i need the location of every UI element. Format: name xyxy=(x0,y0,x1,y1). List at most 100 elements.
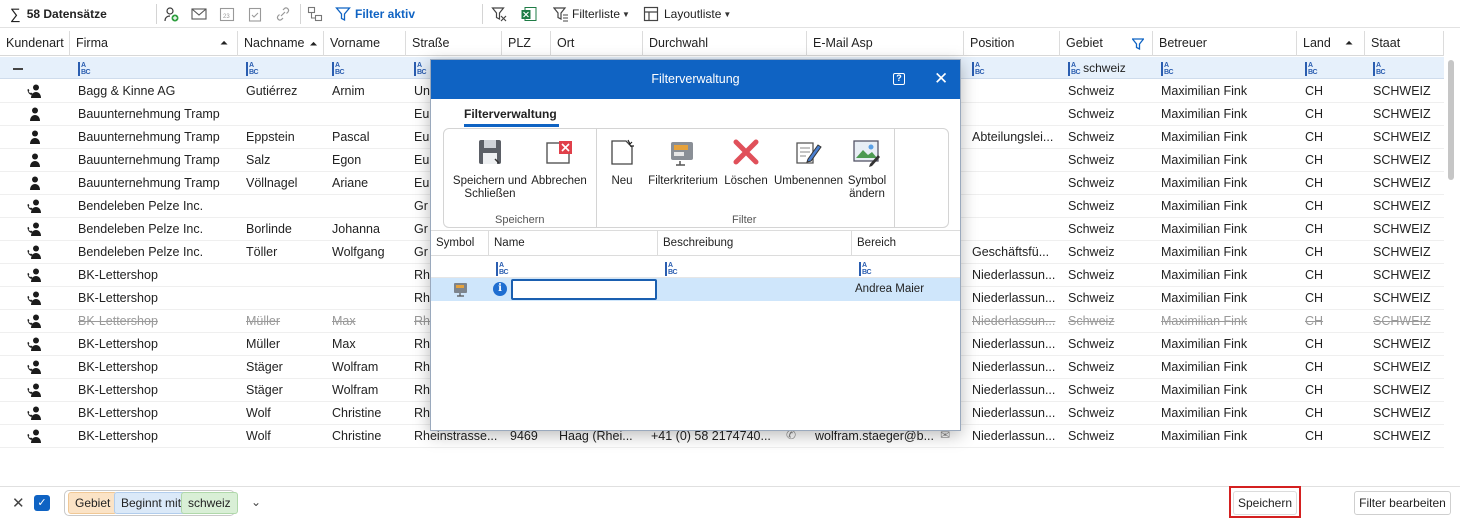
cell-betreuer: Maximilian Fink xyxy=(1161,383,1248,397)
dialog-grid-header: Symbol Name Beschreibung Bereich xyxy=(431,230,960,256)
dialog-column-bereich[interactable]: Bereich xyxy=(852,231,960,255)
group-button[interactable] xyxy=(307,4,323,24)
clear-filter-button[interactable] xyxy=(491,4,507,24)
cell-vorname xyxy=(324,264,406,287)
delete-button[interactable]: Löschen xyxy=(724,137,768,188)
filter-criteria-button[interactable]: Filterkriterium xyxy=(648,137,718,188)
rename-button[interactable]: Umbenennen xyxy=(774,137,843,188)
text-filter-icon: A BC xyxy=(78,61,91,76)
filter-name-input[interactable] xyxy=(511,279,657,300)
column-header-betreuer[interactable]: Betreuer xyxy=(1153,31,1297,56)
column-header-email[interactable]: E-Mail Asp xyxy=(807,31,964,56)
cell-gebiet: Schweiz xyxy=(1068,222,1115,236)
email-button[interactable] xyxy=(191,4,207,24)
cell-vorname: Max xyxy=(332,314,356,328)
filter-enabled-checkbox[interactable]: ✓ xyxy=(34,495,50,511)
delete-label: Löschen xyxy=(724,175,768,187)
cell-position: Abteilungslei... xyxy=(972,130,1054,144)
edit-filter-button[interactable]: Filter bearbeiten xyxy=(1354,491,1451,515)
chevron-down-icon[interactable]: ⌄ xyxy=(251,495,261,509)
chip-schweiz[interactable]: schweiz xyxy=(181,492,238,514)
column-header-nachname[interactable]: Nachname ⏶ xyxy=(238,31,324,56)
column-header-plz[interactable]: PLZ xyxy=(502,31,551,56)
cancel-icon xyxy=(546,141,572,164)
text-filter-icon[interactable]: A BC xyxy=(859,262,872,276)
delete-x-icon xyxy=(733,139,759,165)
filter-criteria-icon xyxy=(671,142,693,166)
cell-vorname xyxy=(324,287,406,310)
save-and-close-button[interactable]: Speichern und Schließen xyxy=(450,137,530,201)
filter-cell-land[interactable]: A BC xyxy=(1297,57,1318,79)
filter-cell-firma[interactable]: A BC xyxy=(70,57,91,79)
dialog-filter-row-selected[interactable]: i Andrea Maier xyxy=(431,278,960,301)
cell-vorname: Max xyxy=(332,337,356,351)
cell-land: CH xyxy=(1305,291,1324,305)
filter-cell-gebiet[interactable]: A BC schweiz xyxy=(1060,57,1126,79)
cell-land: CH xyxy=(1305,176,1324,190)
text-filter-icon: A BC xyxy=(246,61,259,76)
filterliste-dropdown[interactable]: Filterliste ▼ xyxy=(553,4,630,24)
column-header-land[interactable]: Land ⏶ xyxy=(1297,31,1365,56)
cell-land: CH xyxy=(1305,199,1324,213)
link-button[interactable] xyxy=(275,4,291,24)
chip-gebiet[interactable]: Gebiet xyxy=(68,492,118,514)
cell-firma: BK-Lettershop xyxy=(78,383,158,397)
calendar-button[interactable]: 23 xyxy=(219,4,235,24)
save-button[interactable]: Speichern xyxy=(1233,491,1297,515)
chip-beginnt-mit[interactable]: Beginnt mit xyxy=(114,492,189,514)
cell-position xyxy=(964,103,1060,126)
add-contact-button[interactable] xyxy=(163,4,179,24)
excel-export-button[interactable] xyxy=(521,4,537,24)
column-header-position[interactable]: Position xyxy=(964,31,1060,56)
layoutliste-dropdown[interactable]: Layoutliste ▼ xyxy=(643,4,731,24)
vertical-scrollbar[interactable] xyxy=(1448,60,1454,180)
cell-betreuer: Maximilian Fink xyxy=(1161,406,1248,420)
cell-position: Niederlassun... xyxy=(972,429,1056,443)
calendar-icon: 23 xyxy=(219,7,235,22)
filter-cell-position[interactable]: A BC xyxy=(964,57,985,79)
svg-text:23: 23 xyxy=(223,14,230,20)
filter-cell-strasse[interactable]: A BC xyxy=(406,57,427,79)
sigma-icon: ∑ xyxy=(10,5,21,23)
group-label-filter: Filter xyxy=(732,214,757,226)
task-button[interactable] xyxy=(247,4,263,24)
column-header-durchwahl[interactable]: Durchwahl xyxy=(643,31,807,56)
column-header-staat[interactable]: Staat xyxy=(1365,31,1444,56)
cell-staat: SCHWEIZ xyxy=(1373,222,1431,236)
column-header-gebiet[interactable]: Gebiet xyxy=(1060,31,1153,56)
cancel-button[interactable]: Abbrechen xyxy=(530,137,588,188)
dialog-column-symbol[interactable]: Symbol xyxy=(431,231,489,255)
column-header-strasse[interactable]: Straße xyxy=(406,31,502,56)
filter-cell-betreuer[interactable]: A BC xyxy=(1153,57,1174,79)
change-symbol-label: Symbol ändern xyxy=(847,175,887,200)
text-filter-icon[interactable]: A BC xyxy=(665,262,678,276)
column-header-firma[interactable]: Firma ⏶ xyxy=(70,31,238,56)
column-header-kundenart[interactable]: Kundenart xyxy=(0,31,70,56)
ribbon-tab-filterverwaltung[interactable]: Filterverwaltung xyxy=(464,107,557,121)
filter-cell-nachname[interactable]: A BC xyxy=(238,57,259,79)
filter-cell-vorname[interactable]: A BC xyxy=(324,57,345,79)
close-icon[interactable]: ✕ xyxy=(934,69,948,89)
sort-icon: ⏶ xyxy=(220,38,228,49)
cell-gebiet: Schweiz xyxy=(1068,337,1115,351)
dialog-column-beschreibung[interactable]: Beschreibung xyxy=(658,231,852,255)
change-symbol-button[interactable]: Symbol ändern xyxy=(844,137,890,201)
new-filter-label: Neu xyxy=(611,175,633,187)
cell-nachname: Töller xyxy=(246,245,278,259)
clear-filter-x-icon[interactable]: ✕ xyxy=(12,494,25,512)
cell-vorname xyxy=(324,195,406,218)
filter-cell-staat[interactable]: A BC xyxy=(1365,57,1386,79)
text-filter-icon[interactable]: A BC xyxy=(496,262,509,276)
help-icon[interactable]: ? xyxy=(893,73,905,85)
column-header-ort[interactable]: Ort xyxy=(551,31,643,56)
filter-operator-icon[interactable] xyxy=(5,57,23,79)
filter-active-button[interactable]: Filter aktiv xyxy=(335,4,415,24)
filter-criteria-label: Filterkriterium xyxy=(648,175,718,187)
mail-icon xyxy=(191,8,207,20)
cell-betreuer: Maximilian Fink xyxy=(1161,360,1248,374)
cell-gebiet: Schweiz xyxy=(1068,360,1115,374)
dialog-column-name[interactable]: Name xyxy=(489,231,658,255)
new-filter-button[interactable]: Neu xyxy=(602,137,642,188)
column-header-vorname[interactable]: Vorname xyxy=(324,31,406,56)
cell-betreuer: Maximilian Fink xyxy=(1161,222,1248,236)
